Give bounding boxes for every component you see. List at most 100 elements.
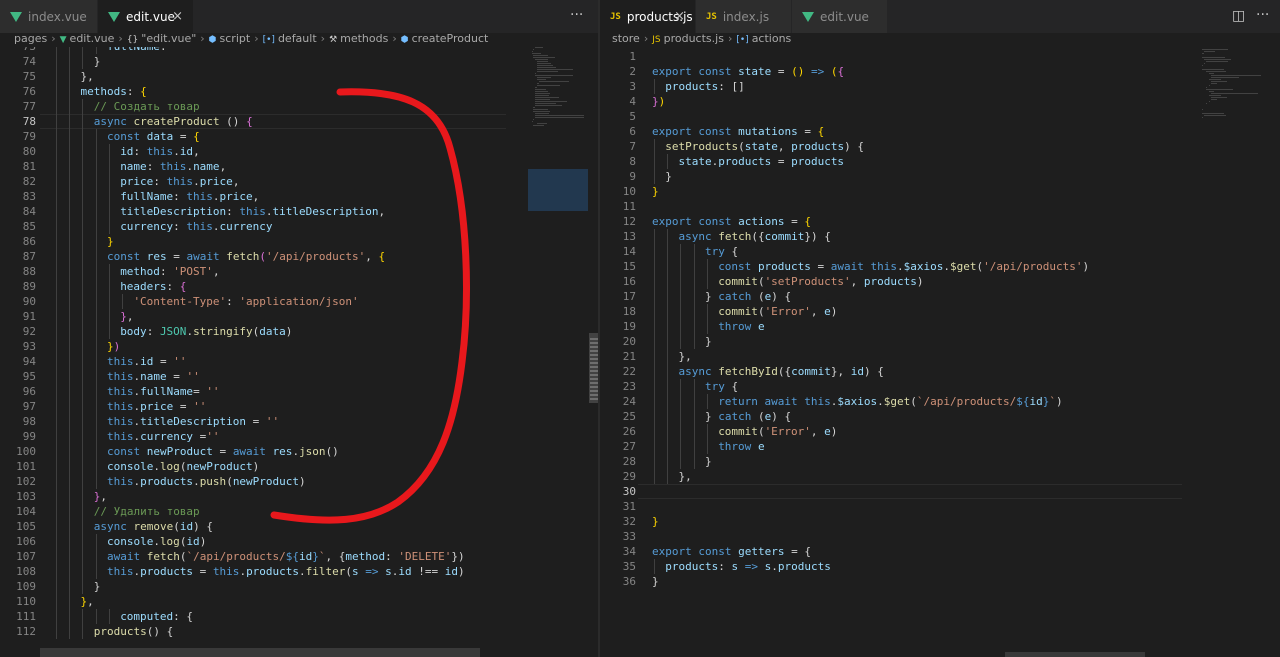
code-line[interactable]: 99 this.currency ='' — [0, 429, 598, 444]
code-line[interactable]: 105 async remove(id) { — [0, 519, 598, 534]
code-line[interactable]: 36} — [600, 574, 1280, 589]
code-line[interactable]: 87 const res = await fetch('/api/products… — [0, 249, 598, 264]
split-editor-icon[interactable]: ◫ — [1232, 8, 1245, 24]
vertical-scrollbar[interactable] — [1268, 47, 1280, 657]
code-line[interactable]: 76 methods: { — [0, 84, 598, 99]
code-line[interactable]: 29}, — [600, 469, 1280, 484]
minimap[interactable] — [1202, 47, 1264, 118]
close-tab-icon[interactable]: × — [674, 9, 685, 24]
more-actions-icon[interactable]: ··· — [570, 7, 583, 23]
code-line[interactable]: 95 this.name = '' — [0, 369, 598, 384]
code-line[interactable]: 13 async fetch({commit}) { — [600, 229, 1280, 244]
tab-edit-vue[interactable]: edit.vue — [792, 0, 888, 33]
code-line[interactable]: 7 setProducts(state, products) { — [600, 139, 1280, 154]
code-line[interactable]: 94 this.id = '' — [0, 354, 598, 369]
code-line[interactable]: 98 this.titleDescription = '' — [0, 414, 598, 429]
minimap[interactable] — [528, 47, 590, 247]
breadcrumb-item[interactable]: ⬢ script — [209, 33, 251, 45]
breadcrumb-item[interactable]: ⬢ createProduct — [401, 33, 489, 45]
vertical-scrollbar[interactable] — [588, 47, 598, 657]
code-line[interactable]: 85 currency: this.currency — [0, 219, 598, 234]
code-line[interactable]: 31 — [600, 499, 1280, 514]
breadcrumb-item[interactable]: [•] default — [263, 33, 317, 45]
code-line[interactable]: 6 export const mutations = { — [600, 124, 1280, 139]
code-line[interactable]: 22 async fetchById({commit}, id) { — [600, 364, 1280, 379]
code-line[interactable]: 100 const newProduct = await res.json() — [0, 444, 598, 459]
code-line[interactable]: 16 commit('setProducts', products) — [600, 274, 1280, 289]
code-line[interactable]: 10} — [600, 184, 1280, 199]
breadcrumb-item[interactable]: ▼ edit.vue — [60, 33, 115, 45]
breadcrumb-item[interactable]: JS products.js — [652, 33, 724, 45]
code-line[interactable]: 24 return await this.$axios.$get(`/api/pr… — [600, 394, 1280, 409]
horizontal-scrollbar[interactable] — [40, 648, 480, 657]
breadcrumb-item[interactable]: [•] actions — [736, 33, 791, 45]
code-line[interactable]: 96 this.fullName= '' — [0, 384, 598, 399]
code-line[interactable]: 101 console.log(newProduct) — [0, 459, 598, 474]
breadcrumb-item[interactable]: store — [612, 33, 640, 45]
code-line[interactable]: 108 this.products = this.products.filter(… — [0, 564, 598, 579]
code-line[interactable]: 4}) — [600, 94, 1280, 109]
code-line[interactable]: 83 fullName: this.price, — [0, 189, 598, 204]
code-line[interactable]: 9} — [600, 169, 1280, 184]
tab-index-vue[interactable]: index.vue — [0, 0, 98, 33]
code-line[interactable]: 8 state.products = products — [600, 154, 1280, 169]
code-line[interactable]: 28} — [600, 454, 1280, 469]
code-line[interactable]: 15 const products = await this.$axios.$ge… — [600, 259, 1280, 274]
code-line[interactable]: 33 — [600, 529, 1280, 544]
code-line[interactable]: 81 name: this.name, — [0, 159, 598, 174]
code-line[interactable]: 106 console.log(id) — [0, 534, 598, 549]
code-line[interactable]: 25} catch (e) { — [600, 409, 1280, 424]
scrollbar-thumb[interactable] — [589, 333, 598, 403]
code-line[interactable]: 17} catch (e) { — [600, 289, 1280, 304]
code-line[interactable]: 2 export const state = () => ({ — [600, 64, 1280, 79]
code-line[interactable]: 90 'Content-Type': 'application/json' — [0, 294, 598, 309]
code-line[interactable]: 109} — [0, 579, 598, 594]
code-line[interactable]: 5 — [600, 109, 1280, 124]
code-line[interactable]: 86} — [0, 234, 598, 249]
code-line[interactable]: 92 body: JSON.stringify(data) — [0, 324, 598, 339]
horizontal-scrollbar[interactable] — [1005, 652, 1145, 657]
close-tab-icon[interactable]: × — [172, 9, 183, 24]
code-line[interactable]: 77 // Создать товар — [0, 99, 598, 114]
code-line[interactable]: 20} — [600, 334, 1280, 349]
code-line[interactable]: 111 computed: { — [0, 609, 598, 624]
code-line[interactable]: 102 this.products.push(newProduct) — [0, 474, 598, 489]
tab-index-js[interactable]: JS index.js — [696, 0, 792, 33]
code-line[interactable]: 88 method: 'POST', — [0, 264, 598, 279]
code-line[interactable]: 82 price: this.price, — [0, 174, 598, 189]
code-line[interactable]: 26 commit('Error', e) — [600, 424, 1280, 439]
code-line[interactable]: 14 try { — [600, 244, 1280, 259]
code-line[interactable]: 30 — [600, 484, 1280, 499]
code-line[interactable]: 32} — [600, 514, 1280, 529]
breadcrumb-item[interactable]: {} "edit.vue" — [127, 33, 196, 45]
code-editor[interactable]: 1 2 export const state = () => ({3 products… — [600, 47, 1280, 657]
breadcrumb-item[interactable]: ⚒ methods — [329, 33, 388, 45]
code-line[interactable]: 80 id: this.id, — [0, 144, 598, 159]
code-line[interactable]: 23 try { — [600, 379, 1280, 394]
code-line[interactable]: 84 titleDescription: this.titleDescriptio… — [0, 204, 598, 219]
code-line[interactable]: 79 const data = { — [0, 129, 598, 144]
code-line[interactable]: 93}) — [0, 339, 598, 354]
code-line[interactable]: 3 products: [] — [600, 79, 1280, 94]
code-line[interactable]: 107 await fetch(`/api/products/${id}`, {m… — [0, 549, 598, 564]
code-line[interactable]: 75}, — [0, 69, 598, 84]
more-actions-icon[interactable]: ··· — [1256, 7, 1269, 23]
tab-products-js[interactable]: JS products.js × — [600, 0, 696, 33]
code-line[interactable]: 112 products() { — [0, 624, 598, 639]
code-line[interactable]: 18 commit('Error', e) — [600, 304, 1280, 319]
code-line[interactable]: 74} — [0, 54, 598, 69]
code-line[interactable]: 97 this.price = '' — [0, 399, 598, 414]
code-editor[interactable]: 73fullName:74}75},76methods: {77// Созда… — [0, 47, 598, 657]
code-line[interactable]: 73 fullName: — [0, 47, 598, 54]
code-line[interactable]: 11 — [600, 199, 1280, 214]
breadcrumb-item[interactable]: pages — [14, 33, 47, 45]
code-line[interactable]: 35 products: s => s.products — [600, 559, 1280, 574]
code-line[interactable]: 89 headers: { — [0, 279, 598, 294]
code-line[interactable]: 110}, — [0, 594, 598, 609]
minimap-viewport[interactable] — [528, 169, 588, 211]
code-line[interactable]: 27 throw e — [600, 439, 1280, 454]
code-line[interactable]: 91}, — [0, 309, 598, 324]
tab-edit-vue[interactable]: edit.vue × — [98, 0, 194, 33]
code-line[interactable]: 19 throw e — [600, 319, 1280, 334]
code-line[interactable]: 34 export const getters = { — [600, 544, 1280, 559]
